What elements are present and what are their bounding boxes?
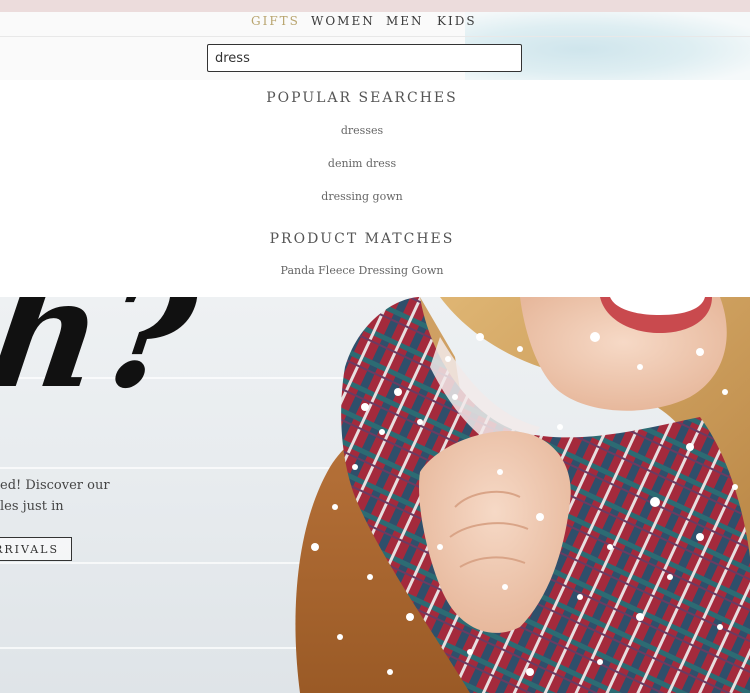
suggestion-item[interactable]: dressing gown — [0, 190, 724, 203]
hero-copy: ed! Discover our les just in — [0, 475, 110, 517]
header-divider — [0, 36, 750, 37]
hero-banner: h? ed! Discover our les just in RRIVALS — [0, 297, 750, 693]
promo-strip — [0, 0, 750, 12]
suggestion-item[interactable]: denim dress — [0, 157, 724, 170]
suggestion-item[interactable]: dresses — [0, 124, 724, 137]
nav-item-kids[interactable]: KIDS — [437, 14, 477, 28]
search-suggestions-panel: POPULAR SEARCHES dresses denim dress dre… — [0, 80, 750, 297]
nav-item-women[interactable]: WOMEN — [311, 14, 375, 28]
hero-headline: h? — [0, 297, 210, 422]
main-nav: GIFTS WOMEN MEN KIDS — [0, 14, 750, 34]
site-header: GIFTS WOMEN MEN KIDS — [0, 12, 750, 80]
search-input[interactable] — [207, 44, 522, 72]
new-arrivals-button[interactable]: RRIVALS — [0, 537, 72, 561]
nav-item-gifts[interactable]: GIFTS — [251, 14, 300, 28]
hero-copy-line: les just in — [0, 499, 64, 514]
nav-item-men[interactable]: MEN — [386, 14, 424, 28]
product-match-item[interactable]: Panda Fleece Dressing Gown — [0, 264, 724, 277]
hero-copy-line: ed! Discover our — [0, 478, 110, 493]
product-matches-heading: PRODUCT MATCHES — [269, 231, 455, 247]
popular-searches-heading: POPULAR SEARCHES — [266, 90, 458, 106]
